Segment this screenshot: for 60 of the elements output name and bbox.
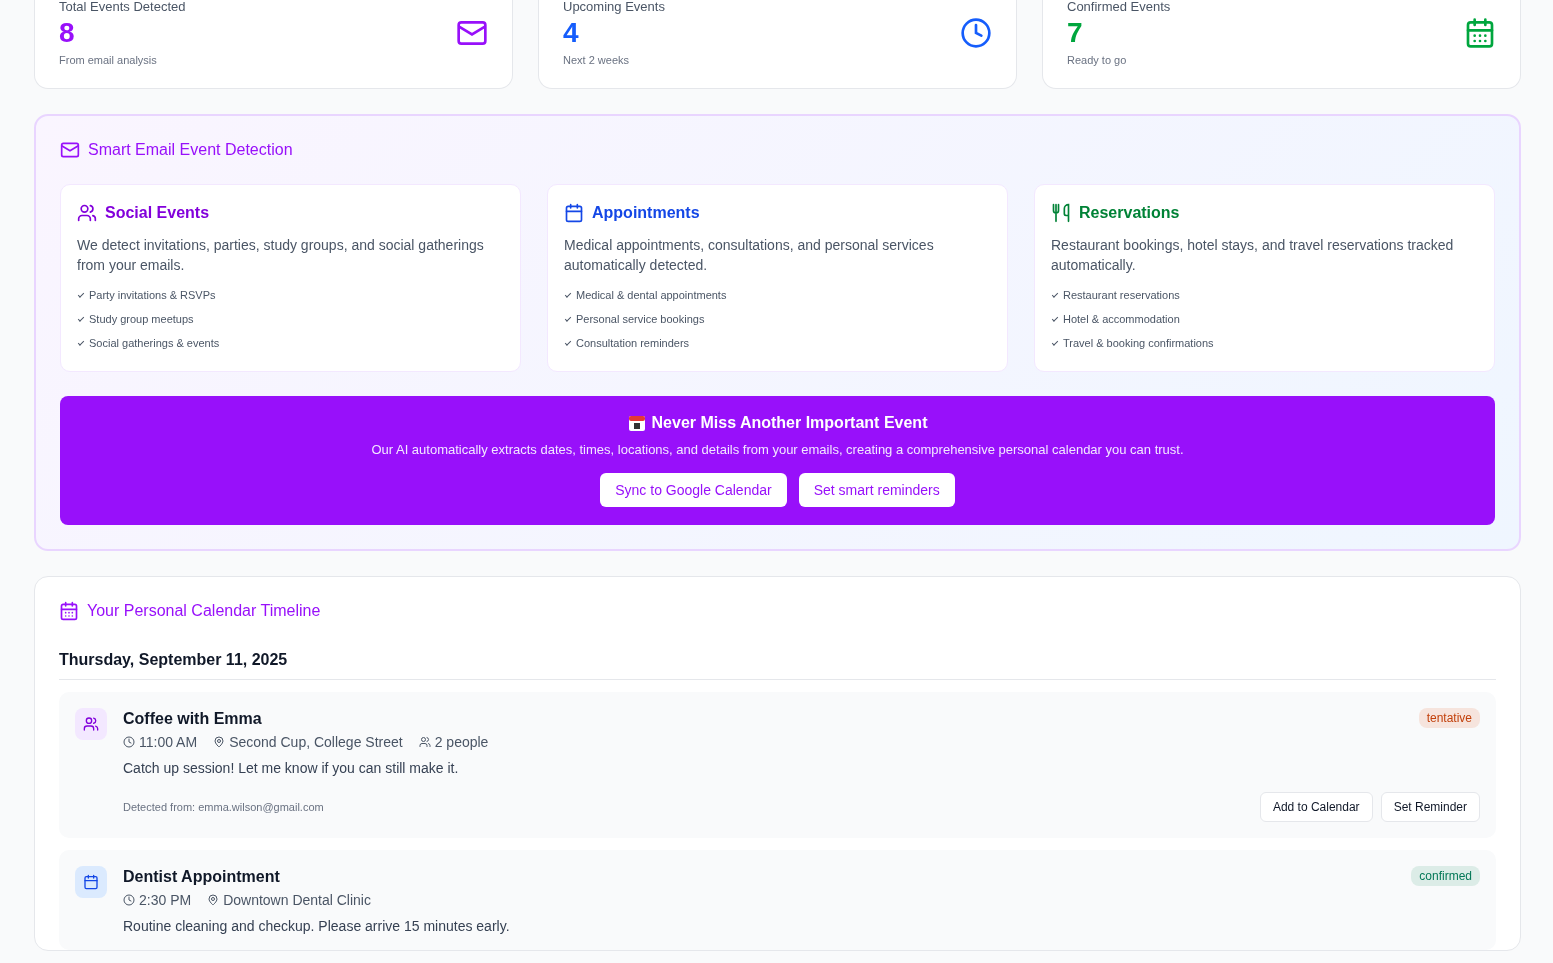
- event-time: 2:30 PM: [139, 892, 192, 908]
- clock-icon: [960, 17, 992, 49]
- event-location: Downtown Dental Clinic: [223, 892, 371, 908]
- people-icon: [83, 716, 99, 732]
- location-pin-icon: [207, 894, 220, 906]
- calendar-icon: [627, 414, 646, 432]
- card-description: Medical appointments, consultations, and personal services automatically detected.: [564, 236, 935, 275]
- clock-icon: [123, 736, 135, 748]
- stat-label: Confirmed Events: [1067, 0, 1171, 14]
- banner-button[interactable]: Set smart reminders: [798, 473, 955, 507]
- card-title: Appointments: [592, 204, 700, 222]
- card-description: Restaurant bookings, hotel stays, and travel reservations tracked automatically.: [1051, 236, 1455, 275]
- feature-item: Personal service bookings: [564, 307, 991, 331]
- clock-icon: [123, 894, 135, 906]
- stat-note: Next 2 weeks: [563, 54, 631, 66]
- date-heading: Thursday, September 11, 2025: [59, 621, 1496, 680]
- event-title: Dentist Appointment: [123, 868, 280, 886]
- location-pin-icon: [213, 736, 226, 748]
- stat-note: From email analysis: [59, 54, 158, 66]
- card-title: Social Events: [105, 204, 210, 222]
- feature-item: Social gatherings & events: [77, 331, 504, 355]
- calendar-icon: [1464, 17, 1496, 49]
- banner-title: Never Miss Another Important Event: [651, 414, 928, 432]
- event-source: Detected from: emma.wilson@gmail.com: [123, 801, 324, 813]
- card-description: We detect invitations, parties, study groups, and social gatherings from your emails.: [77, 236, 485, 275]
- feature-item: Study group meetups: [77, 307, 504, 331]
- stat-label: Total Events Detected: [59, 0, 186, 14]
- event-description: Routine cleaning and checkup. Please arrive 15 minutes early.: [123, 918, 511, 934]
- feature-item: Consultation reminders: [564, 331, 991, 355]
- feature-item: Party invitations & RSVPs: [77, 283, 504, 307]
- event-attendees: 2 people: [434, 734, 489, 750]
- event-action-button[interactable]: Add to Calendar: [1259, 792, 1373, 822]
- card-title: Reservations: [1079, 204, 1180, 222]
- section-title: Your Personal Calendar Timeline: [87, 602, 321, 620]
- calendar-icon: [564, 203, 584, 223]
- event-description: Catch up session! Let me know if you can still make it.: [123, 760, 460, 776]
- stat-note: Ready to go: [1067, 54, 1128, 66]
- event-time: 11:00 AM: [139, 734, 198, 750]
- stat-label: Upcoming Events: [563, 0, 665, 14]
- fork-knife-icon: [1051, 203, 1071, 223]
- event-action-button[interactable]: Set Reminder: [1380, 792, 1480, 822]
- feature-item: Medical & dental appointments: [564, 283, 991, 307]
- mail-icon: [60, 140, 80, 160]
- calendar-icon: [83, 874, 99, 890]
- calendar-icon: [59, 601, 79, 621]
- status-badge: tentative: [1418, 708, 1480, 728]
- people-icon: [77, 203, 97, 223]
- banner-button[interactable]: Sync to Google Calendar: [600, 473, 787, 507]
- banner-text: Our AI automatically extracts dates, times, locations, and details from your emails, creating a comprehensive personal calendar you can trust.: [371, 442, 1184, 457]
- feature-item: Restaurant reservations: [1051, 283, 1478, 307]
- feature-item: Hotel & accommodation: [1051, 307, 1478, 331]
- section-title: Smart Email Event Detection: [88, 141, 293, 159]
- stat-value: 7: [1067, 16, 1084, 50]
- stat-value: 4: [563, 16, 580, 50]
- event-location: Second Cup, College Street: [229, 734, 403, 750]
- status-badge: confirmed: [1411, 866, 1480, 886]
- event-title: Coffee with Emma: [123, 710, 262, 728]
- feature-item: Travel & booking confirmations: [1051, 331, 1478, 355]
- stat-value: 8: [59, 16, 76, 50]
- people-icon: [418, 736, 431, 748]
